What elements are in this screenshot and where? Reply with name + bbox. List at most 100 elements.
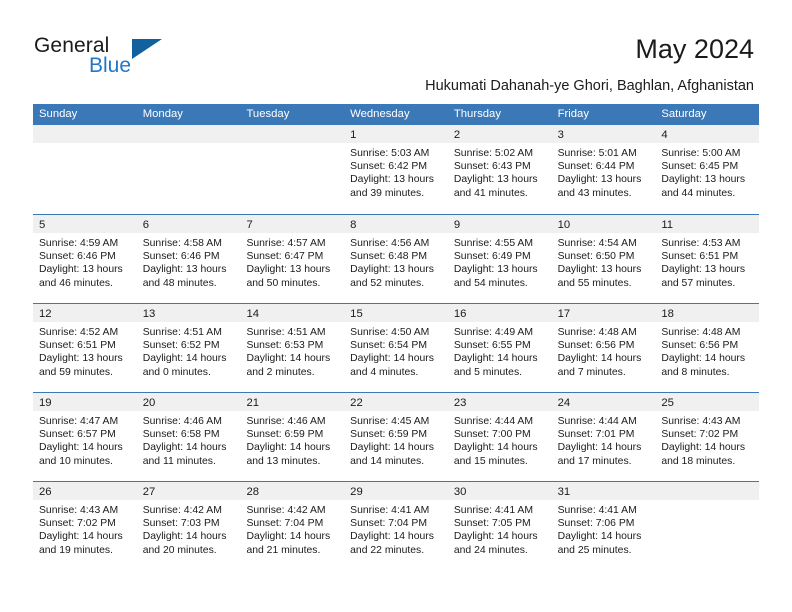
- calendar-day-cell[interactable]: 28 Sunrise: 4:42 AM Sunset: 7:04 PM Dayligh…: [240, 482, 345, 570]
- calendar-day-cell[interactable]: 18 Sunrise: 4:48 AM Sunset: 6:56 PM Dayligh…: [655, 304, 760, 392]
- weekday-header-sunday: Sunday: [39, 108, 78, 120]
- day-info: Sunrise: 4:45 AM Sunset: 6:59 PM Daylight:…: [344, 411, 448, 468]
- day-sunset-text: Sunset: 7:02 PM: [39, 518, 116, 530]
- calendar-day-cell[interactable]: 26 Sunrise: 4:43 AM Sunset: 7:02 PM Dayligh…: [33, 482, 137, 570]
- day-daylight-line1-text: Daylight: 14 hours: [246, 353, 331, 365]
- day-sunrise-text: Sunrise: 4:51 AM: [246, 327, 326, 338]
- calendar-day-cell[interactable]: 14 Sunrise: 4:51 AM Sunset: 6:53 PM Dayligh…: [240, 304, 345, 392]
- day-info: Sunrise: 4:54 AM Sunset: 6:50 PM Daylight:…: [552, 233, 656, 290]
- day-sunrise-text: Sunrise: 4:57 AM: [246, 238, 326, 249]
- day-daylight-line1-text: Daylight: 14 hours: [453, 442, 538, 454]
- day-sunrise-text: Sunrise: 4:45 AM: [350, 416, 430, 427]
- calendar-day-cell[interactable]: 3 Sunrise: 5:01 AM Sunset: 6:44 PM Daylight…: [551, 125, 656, 214]
- calendar-day-cell[interactable]: 5 Sunrise: 4:59 AM Sunset: 6:46 PM Daylight…: [33, 215, 137, 303]
- calendar-day-cell[interactable]: 15 Sunrise: 4:50 AM Sunset: 6:54 PM Dayligh…: [344, 304, 448, 392]
- day-number-band: 8: [344, 215, 448, 233]
- day-sunrise-text: Sunrise: 4:41 AM: [453, 505, 534, 516]
- calendar-day-cell[interactable]: 17 Sunrise: 4:48 AM Sunset: 6:56 PM Dayligh…: [551, 304, 656, 392]
- day-sunset-text: Sunset: 7:02 PM: [661, 429, 739, 441]
- calendar-day-cell[interactable]: 12 Sunrise: 4:52 AM Sunset: 6:51 PM Dayligh…: [33, 304, 137, 392]
- calendar-week-row: 1 Sunrise: 5:03 AM Sunset: 6:42 PM Daylight…: [33, 125, 760, 214]
- day-number: 14: [246, 308, 260, 320]
- calendar-day-cell[interactable]: 7 Sunrise: 4:57 AM Sunset: 6:47 PM Daylight…: [240, 215, 345, 303]
- day-sunset-text: Sunset: 6:59 PM: [246, 429, 324, 441]
- day-number-band: 13: [136, 304, 241, 322]
- calendar-day-cell[interactable]: 8 Sunrise: 4:56 AM Sunset: 6:48 PM Daylight…: [344, 215, 448, 303]
- day-number: 27: [142, 486, 156, 498]
- day-sunrise-text: Sunrise: 5:03 AM: [350, 148, 430, 159]
- day-daylight-line2-text: and 21 minutes.: [246, 544, 321, 556]
- day-number: 19: [39, 397, 52, 409]
- day-info: Sunrise: 5:03 AM Sunset: 6:42 PM Daylight:…: [344, 143, 448, 200]
- day-number-band: 12: [33, 304, 137, 322]
- calendar-day-cell[interactable]: 30 Sunrise: 4:41 AM Sunset: 7:05 PM Dayligh…: [447, 482, 552, 570]
- calendar-day-cell[interactable]: 9 Sunrise: 4:55 AM Sunset: 6:49 PM Daylight…: [447, 215, 552, 303]
- calendar-day-cell[interactable]: 20 Sunrise: 4:46 AM Sunset: 6:58 PM Dayligh…: [136, 393, 241, 481]
- general-blue-logo[interactable]: General Blue: [34, 34, 254, 84]
- calendar-day-cell[interactable]: 24 Sunrise: 4:44 AM Sunset: 7:01 PM Dayligh…: [551, 393, 656, 481]
- calendar-day-cell[interactable]: 25 Sunrise: 4:43 AM Sunset: 7:02 PM Dayligh…: [655, 393, 760, 481]
- day-number-band: 23: [447, 393, 552, 411]
- calendar-day-cell[interactable]: 19 Sunrise: 4:47 AM Sunset: 6:57 PM Dayligh…: [33, 393, 137, 481]
- day-daylight-line1-text: Daylight: 14 hours: [39, 531, 123, 543]
- calendar-day-cell[interactable]: 31 Sunrise: 4:41 AM Sunset: 7:06 PM Dayligh…: [551, 482, 656, 570]
- day-sunrise-text: Sunrise: 5:00 AM: [661, 148, 741, 159]
- day-daylight-line1-text: Daylight: 14 hours: [350, 442, 434, 454]
- day-number-band: 27: [136, 482, 241, 500]
- day-number: 23: [453, 397, 467, 409]
- day-sunrise-text: Sunrise: 4:46 AM: [246, 416, 326, 427]
- day-sunrise-text: Sunrise: 4:54 AM: [557, 238, 637, 249]
- day-number: 20: [142, 397, 156, 409]
- day-daylight-line1-text: Daylight: 13 hours: [453, 174, 538, 186]
- day-number: 1: [350, 129, 357, 141]
- day-sunset-text: Sunset: 6:54 PM: [350, 340, 427, 352]
- day-daylight-line1-text: Daylight: 14 hours: [350, 353, 434, 365]
- day-number: 6: [142, 219, 150, 231]
- calendar-day-cell[interactable]: 10 Sunrise: 4:54 AM Sunset: 6:50 PM Dayligh…: [551, 215, 656, 303]
- calendar-day-cell[interactable]: 21 Sunrise: 4:46 AM Sunset: 6:59 PM Dayligh…: [240, 393, 345, 481]
- calendar-day-cell[interactable]: 1 Sunrise: 5:03 AM Sunset: 6:42 PM Daylight…: [344, 125, 448, 214]
- day-daylight-line1-text: Daylight: 13 hours: [39, 353, 123, 365]
- calendar-day-cell[interactable]: 2 Sunrise: 5:02 AM Sunset: 6:43 PM Daylight…: [447, 125, 552, 214]
- day-daylight-line2-text: and 20 minutes.: [142, 544, 217, 556]
- day-number: 17: [557, 308, 571, 320]
- calendar-day-cell[interactable]: 4 Sunrise: 5:00 AM Sunset: 6:45 PM Daylight…: [655, 125, 760, 214]
- day-daylight-line2-text: and 10 minutes.: [39, 455, 113, 467]
- day-sunset-text: Sunset: 6:50 PM: [557, 251, 635, 263]
- page-title-month: May 2024: [635, 34, 754, 64]
- day-number: 3: [557, 129, 564, 141]
- calendar-day-cell[interactable]: 27 Sunrise: 4:42 AM Sunset: 7:03 PM Dayligh…: [136, 482, 241, 570]
- day-info: Sunrise: 4:58 AM Sunset: 6:46 PM Daylight:…: [137, 233, 241, 290]
- day-daylight-line2-text: and 11 minutes.: [142, 455, 216, 467]
- calendar-day-cell[interactable]: 29 Sunrise: 4:41 AM Sunset: 7:04 PM Dayligh…: [344, 482, 448, 570]
- day-sunrise-text: Sunrise: 4:43 AM: [661, 416, 741, 427]
- weekday-header-tuesday: Tuesday: [246, 108, 290, 120]
- calendar-day-cell[interactable]: 11 Sunrise: 4:53 AM Sunset: 6:51 PM Dayligh…: [655, 215, 760, 303]
- day-sunrise-text: Sunrise: 4:51 AM: [142, 327, 222, 338]
- day-daylight-line2-text: and 46 minutes.: [39, 277, 113, 289]
- calendar-day-cell[interactable]: 16 Sunrise: 4:49 AM Sunset: 6:55 PM Dayligh…: [447, 304, 552, 392]
- day-daylight-line2-text: and 52 minutes.: [350, 277, 425, 289]
- day-sunset-text: Sunset: 6:56 PM: [557, 340, 635, 352]
- day-info: Sunrise: 4:44 AM Sunset: 7:00 PM Daylight:…: [448, 411, 552, 468]
- day-daylight-line1-text: Daylight: 13 hours: [661, 264, 746, 276]
- calendar-day-cell[interactable]: 6 Sunrise: 4:58 AM Sunset: 6:46 PM Daylight…: [136, 215, 241, 303]
- day-number-band: 5: [33, 215, 137, 233]
- day-sunrise-text: Sunrise: 4:53 AM: [661, 238, 741, 249]
- calendar-day-cell[interactable]: 13 Sunrise: 4:51 AM Sunset: 6:52 PM Dayligh…: [136, 304, 241, 392]
- day-number-band: 19: [33, 393, 137, 411]
- weekday-header-friday: Friday: [557, 108, 589, 120]
- day-info: Sunrise: 4:44 AM Sunset: 7:01 PM Daylight:…: [552, 411, 656, 468]
- logo-triangle-icon: [132, 39, 162, 59]
- day-sunset-text: Sunset: 6:45 PM: [661, 161, 739, 173]
- day-number: 24: [557, 397, 571, 409]
- day-sunset-text: Sunset: 6:49 PM: [453, 251, 531, 263]
- day-info: Sunrise: 4:46 AM Sunset: 6:58 PM Daylight:…: [137, 411, 241, 468]
- calendar-day-cell-empty: [240, 125, 345, 214]
- calendar-day-cell[interactable]: 22 Sunrise: 4:45 AM Sunset: 6:59 PM Dayligh…: [344, 393, 448, 481]
- day-daylight-line2-text: and 44 minutes.: [661, 187, 736, 199]
- day-number: 15: [350, 308, 363, 320]
- calendar-day-cell[interactable]: 23 Sunrise: 4:44 AM Sunset: 7:00 PM Dayligh…: [447, 393, 552, 481]
- day-sunset-text: Sunset: 7:01 PM: [557, 429, 635, 441]
- day-info: Sunrise: 4:47 AM Sunset: 6:57 PM Daylight:…: [33, 411, 137, 468]
